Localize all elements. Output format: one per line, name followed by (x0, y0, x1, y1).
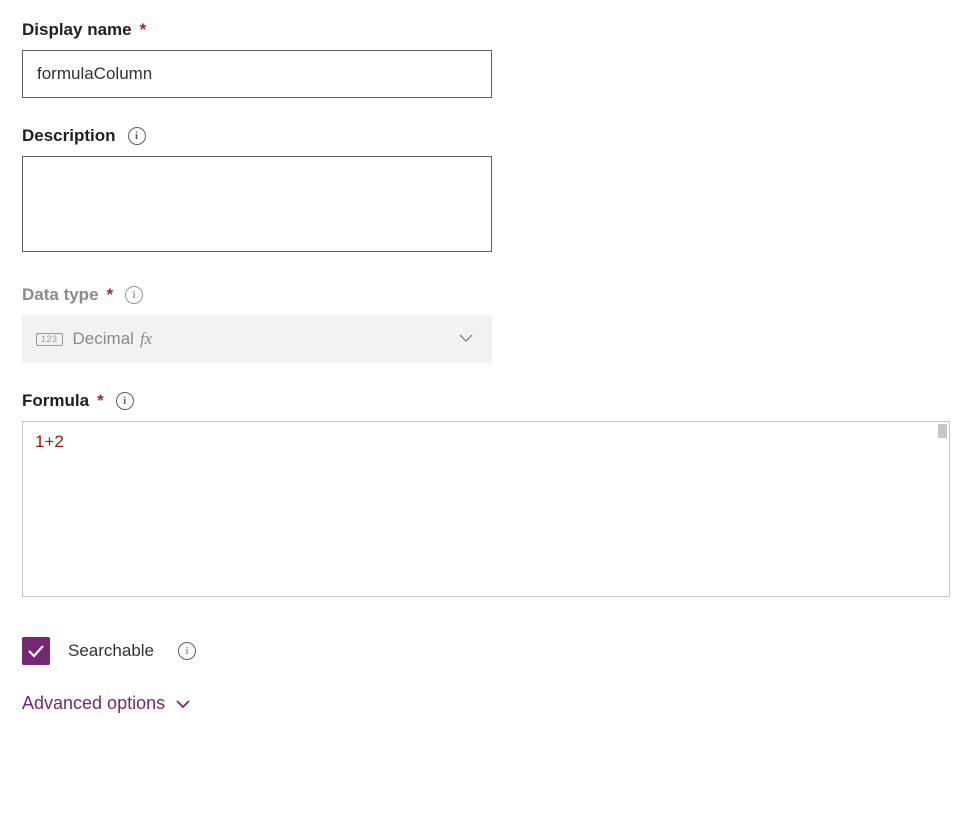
info-icon[interactable]: i (125, 286, 143, 304)
formula-field: Formula * i 1+2 (22, 391, 953, 597)
required-asterisk: * (107, 285, 114, 305)
data-type-label-text: Data type (22, 285, 99, 305)
required-asterisk: * (97, 391, 104, 411)
formula-editor[interactable]: 1+2 (22, 421, 950, 597)
data-type-dropdown: 123 Decimal fx (22, 315, 492, 363)
description-input[interactable] (22, 156, 492, 252)
required-asterisk: * (140, 20, 147, 40)
formula-operator: + (44, 432, 54, 451)
searchable-checkbox[interactable] (22, 637, 50, 665)
info-icon[interactable]: i (128, 127, 146, 145)
formula-number: 2 (54, 432, 63, 451)
data-type-value: Decimal fx (73, 329, 153, 349)
display-name-field: Display name * (22, 20, 953, 98)
info-icon[interactable]: i (116, 392, 134, 410)
chevron-down-icon (175, 693, 191, 714)
formula-label-text: Formula (22, 391, 89, 411)
display-name-label: Display name * (22, 20, 953, 40)
advanced-options-label: Advanced options (22, 693, 165, 714)
scrollbar-indicator[interactable] (938, 424, 947, 438)
description-field: Description i (22, 126, 953, 257)
data-type-value-text: Decimal (73, 329, 134, 349)
formula-label: Formula * i (22, 391, 953, 411)
number-icon: 123 (36, 333, 63, 346)
display-name-input[interactable] (22, 50, 492, 98)
description-label-text: Description (22, 126, 116, 146)
searchable-label: Searchable (68, 641, 154, 661)
data-type-field: Data type * i 123 Decimal fx (22, 285, 953, 363)
fx-icon: fx (140, 329, 152, 349)
description-label: Description i (22, 126, 953, 146)
searchable-row: Searchable i (22, 637, 953, 665)
chevron-down-icon (458, 330, 474, 348)
advanced-options-toggle[interactable]: Advanced options (22, 693, 953, 714)
info-icon[interactable]: i (178, 642, 196, 660)
display-name-label-text: Display name (22, 20, 132, 40)
data-type-label: Data type * i (22, 285, 953, 305)
